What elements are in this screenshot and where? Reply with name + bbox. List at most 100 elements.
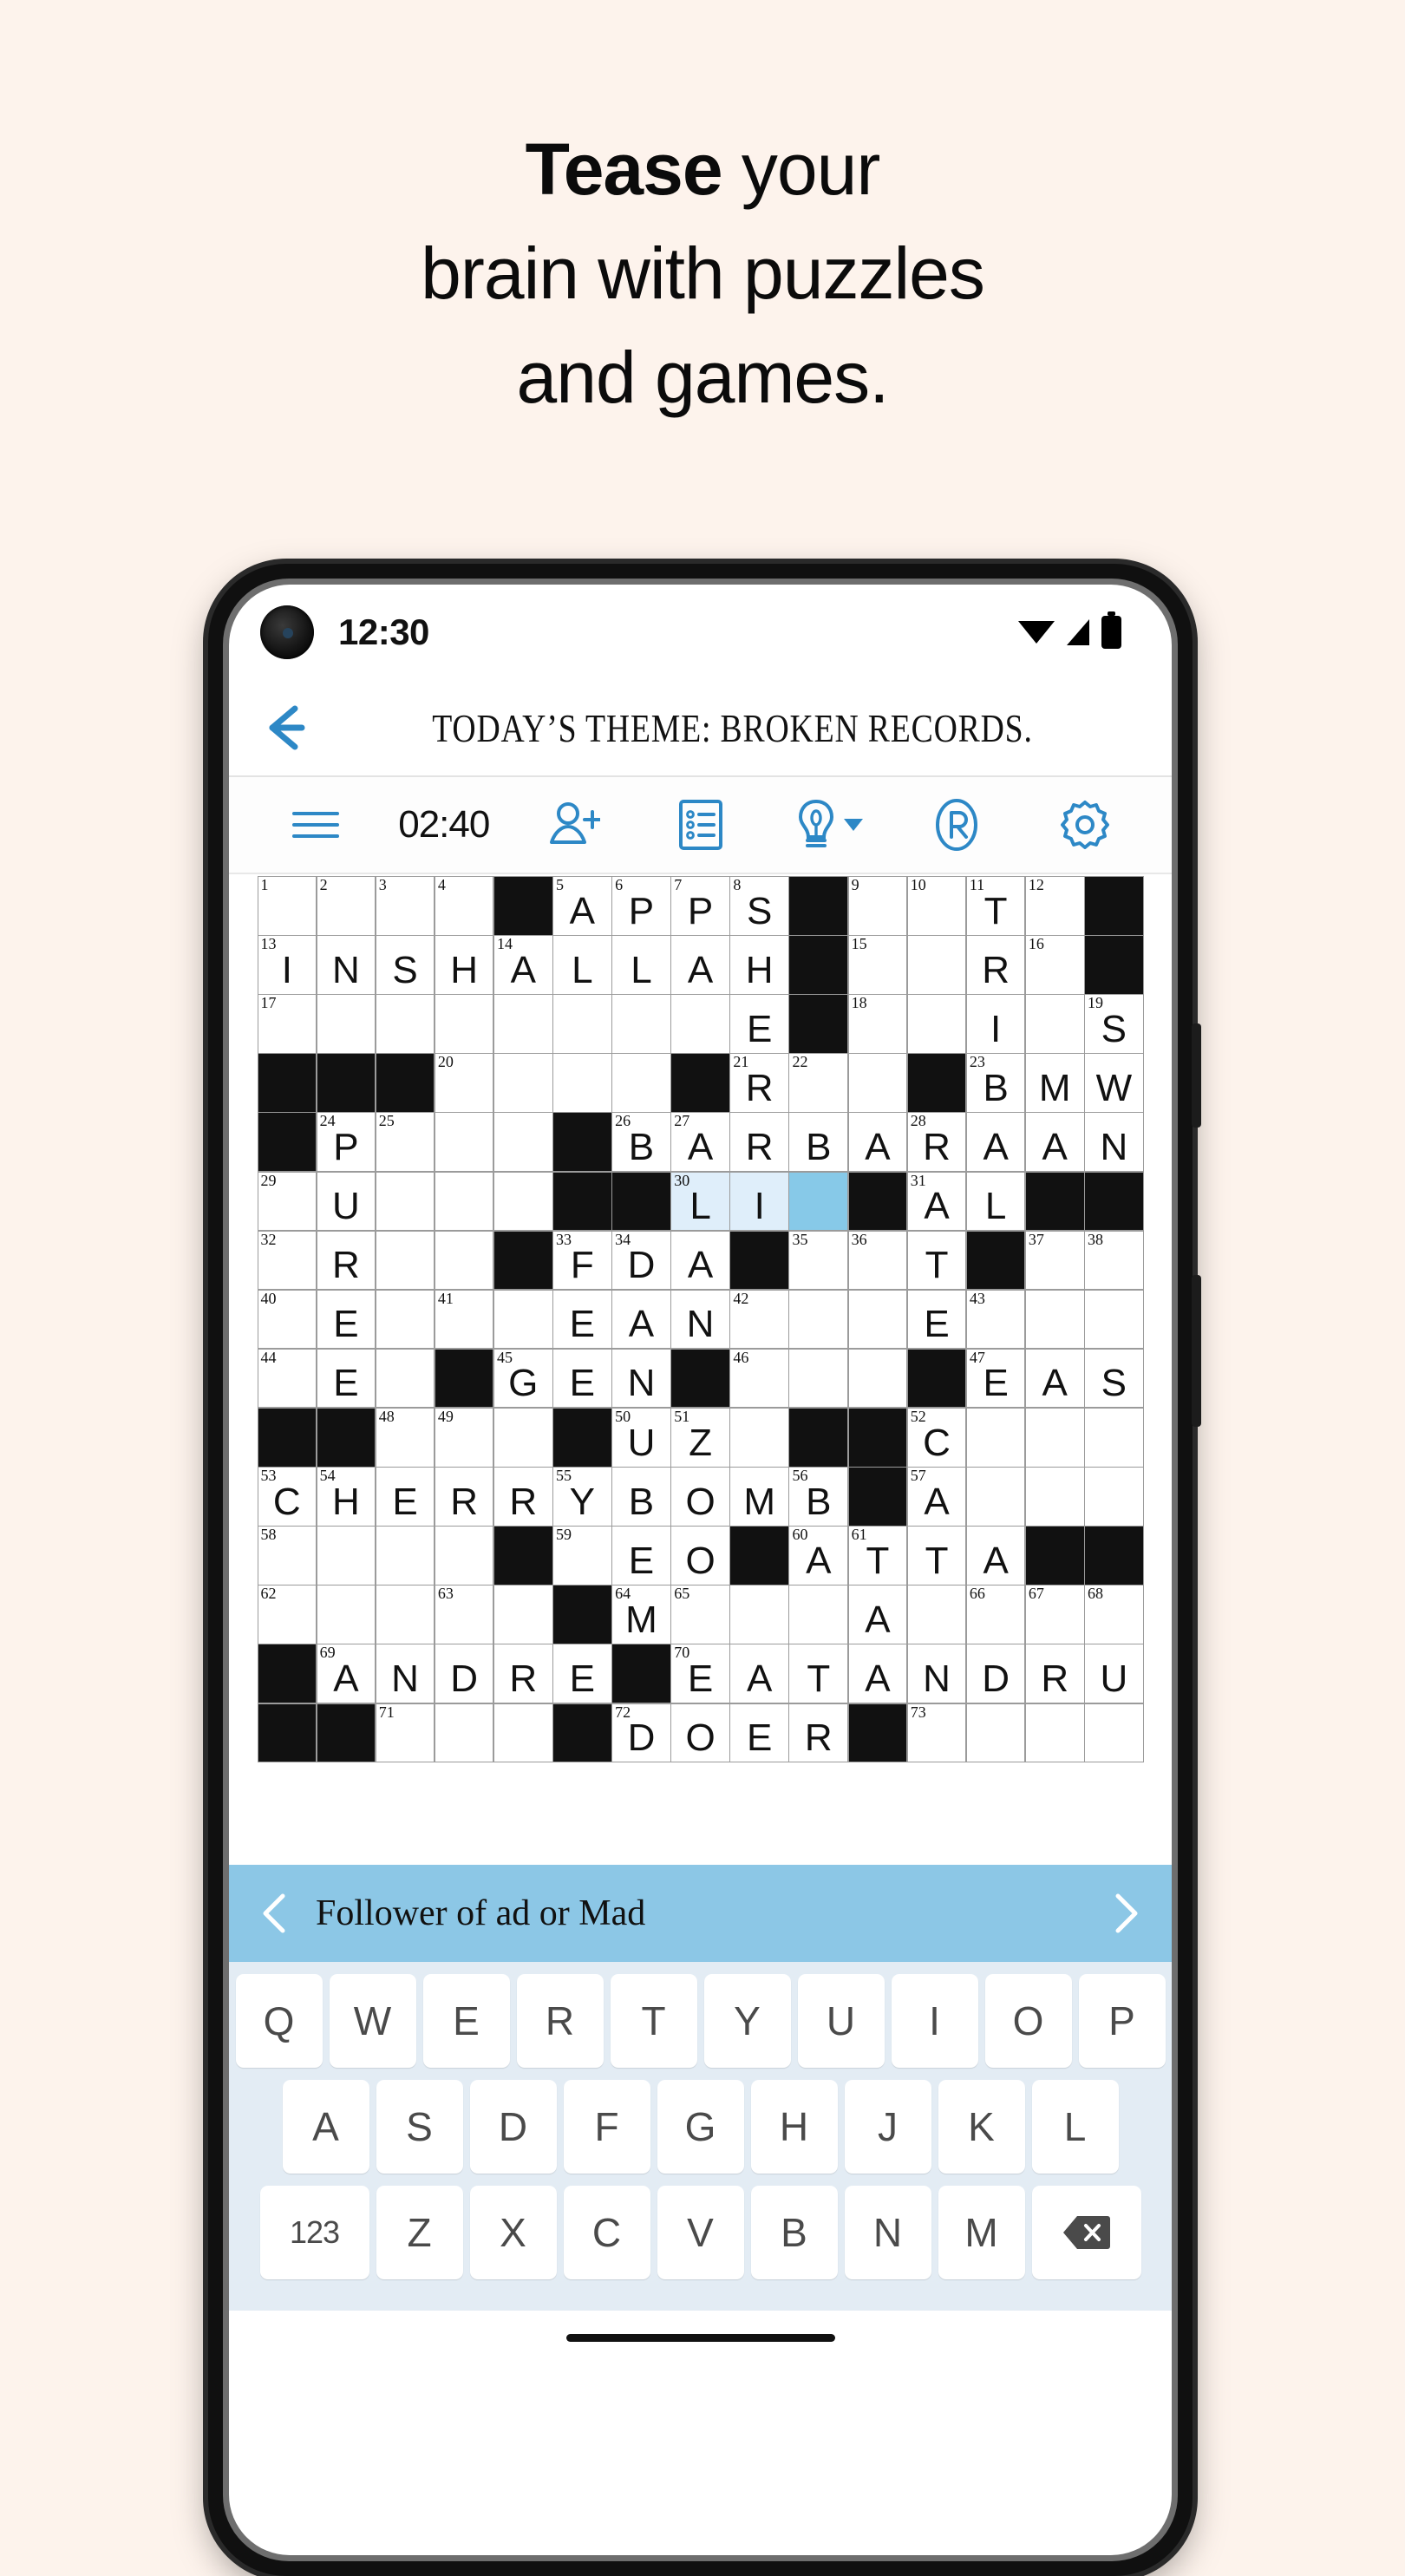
crossword-cell[interactable]: 25 [376, 1112, 435, 1172]
crossword-cell[interactable]: S [376, 936, 435, 994]
key-j[interactable]: J [844, 2080, 931, 2174]
crossword-cell[interactable]: N [1085, 1113, 1143, 1172]
crossword-cell[interactable]: B [789, 1113, 848, 1172]
key-d[interactable]: D [469, 2080, 557, 2174]
crossword-cell[interactable]: 41 [435, 1290, 493, 1349]
crossword-cell[interactable]: 36 [848, 1231, 907, 1290]
crossword-cell[interactable]: 56 B [789, 1467, 848, 1526]
crossword-cell[interactable]: 1 [258, 876, 317, 935]
key-z[interactable]: Z [376, 2186, 463, 2280]
crossword-cell[interactable] [493, 1408, 552, 1467]
key-s[interactable]: S [376, 2080, 463, 2174]
crossword-cell[interactable] [317, 995, 376, 1053]
crossword-cell[interactable]: 29 [258, 1172, 317, 1231]
crossword-cell[interactable]: 8S [730, 876, 788, 935]
crossword-cell[interactable]: 49 [435, 1408, 493, 1467]
crossword-cell[interactable]: 31 A [907, 1172, 966, 1231]
crossword-cell[interactable]: 60 A [789, 1526, 848, 1585]
crossword-cell[interactable]: O [671, 1527, 729, 1585]
crossword-cell[interactable]: 37 [1025, 1231, 1084, 1290]
crossword-cell[interactable] [376, 1290, 435, 1349]
crossword-cell[interactable]: R [730, 1113, 788, 1172]
crossword-cell[interactable]: T [907, 1527, 966, 1585]
crossword-cell[interactable]: 19 S [1085, 994, 1143, 1053]
crossword-cell[interactable]: 62 [258, 1585, 317, 1644]
crossword-cell[interactable]: 5A [553, 876, 611, 935]
key-k[interactable]: K [938, 2080, 1025, 2174]
crossword-cell[interactable] [907, 936, 966, 994]
crossword-cell[interactable] [730, 1408, 788, 1467]
crossword-cell[interactable]: 26 B [612, 1112, 670, 1172]
crossword-cell[interactable] [493, 1172, 552, 1231]
crossword-cell[interactable] [1085, 1290, 1143, 1349]
key-h[interactable]: H [750, 2080, 838, 2174]
crossword-cell[interactable] [376, 1231, 435, 1290]
crossword-cell[interactable] [376, 1172, 435, 1231]
crossword-cell[interactable] [317, 1585, 376, 1644]
crossword-cell[interactable]: 13 I [258, 935, 317, 994]
crossword-cell[interactable] [1025, 1468, 1084, 1526]
crossword-cell[interactable] [435, 1527, 493, 1585]
crossword-cell[interactable]: I [730, 1172, 788, 1231]
crossword-cell[interactable]: M [730, 1468, 788, 1526]
crossword-cell[interactable]: 10 [907, 876, 966, 935]
key-l[interactable]: L [1031, 2080, 1119, 2174]
crossword-cell[interactable]: A [671, 1231, 729, 1290]
add-person-button[interactable] [508, 777, 637, 873]
key-x[interactable]: X [469, 2186, 557, 2280]
crossword-cell[interactable] [1025, 1290, 1084, 1349]
crossword-cell[interactable]: I [966, 995, 1025, 1053]
crossword-cell[interactable] [907, 1585, 966, 1644]
crossword-cell[interactable]: 54 H [317, 1467, 376, 1526]
crossword-cell[interactable]: L [612, 936, 670, 994]
crossword-cell[interactable] [376, 995, 435, 1053]
crossword-cell[interactable]: 72 D [612, 1703, 670, 1762]
crossword-cell[interactable]: N [317, 936, 376, 994]
key-y[interactable]: Y [703, 1974, 791, 2069]
crossword-cell[interactable] [493, 1113, 552, 1172]
crossword-cell[interactable] [435, 1703, 493, 1762]
crossword-cell[interactable]: A [848, 1585, 907, 1644]
crossword-cell[interactable]: E [730, 995, 788, 1053]
crossword-cell[interactable]: 73 [907, 1703, 966, 1762]
crossword-cell[interactable]: A [671, 936, 729, 994]
crossword-cell[interactable]: 2 [317, 876, 376, 935]
crossword-cell[interactable]: 50 U [612, 1408, 670, 1467]
key-o[interactable]: O [984, 1974, 1072, 2069]
settings-button[interactable] [1021, 777, 1149, 873]
crossword-cell[interactable]: 40 [258, 1290, 317, 1349]
crossword-cell[interactable] [1025, 1408, 1084, 1467]
crossword-cell[interactable]: A [612, 1290, 670, 1349]
crossword-cell[interactable]: D [435, 1644, 493, 1703]
crossword-cell[interactable]: A [1025, 1349, 1084, 1408]
hamburger-menu-button[interactable] [252, 777, 380, 873]
crossword-cell[interactable]: 6P [612, 876, 670, 935]
crossword-cell[interactable] [789, 1290, 848, 1349]
crossword-cell[interactable]: T [789, 1644, 848, 1703]
hint-button[interactable] [764, 777, 892, 873]
key-r[interactable]: R [516, 1974, 604, 2069]
key-numbers-toggle[interactable]: 123 [259, 2186, 369, 2280]
crossword-cell[interactable]: D [966, 1644, 1025, 1703]
crossword-cell[interactable]: 22 [789, 1053, 848, 1112]
crossword-cell[interactable]: 34 D [612, 1231, 670, 1290]
crossword-cell[interactable]: E [553, 1644, 611, 1703]
crossword-cell[interactable] [966, 1468, 1025, 1526]
crossword-cell[interactable] [435, 1172, 493, 1231]
crossword-cell[interactable] [376, 1527, 435, 1585]
crossword-cell[interactable]: 11 T [966, 876, 1025, 935]
crossword-cell[interactable]: 70 E [671, 1644, 729, 1703]
crossword-cell[interactable]: 57 A [907, 1467, 966, 1526]
crossword-cell[interactable]: E [553, 1349, 611, 1408]
crossword-cell[interactable]: 55 Y [553, 1467, 611, 1526]
crossword-cell[interactable]: S [1085, 1349, 1143, 1408]
crossword-cell[interactable] [493, 1703, 552, 1762]
crossword-cell[interactable]: N [671, 1290, 729, 1349]
key-w[interactable]: W [329, 1974, 416, 2069]
crossword-cell[interactable]: E [553, 1290, 611, 1349]
crossword-cell[interactable]: A [848, 1644, 907, 1703]
crossword-cell[interactable]: 44 [258, 1349, 317, 1408]
crossword-cell[interactable]: 30 L [671, 1172, 729, 1231]
crossword-cell[interactable]: 63 [435, 1585, 493, 1644]
crossword-cell[interactable] [435, 1113, 493, 1172]
